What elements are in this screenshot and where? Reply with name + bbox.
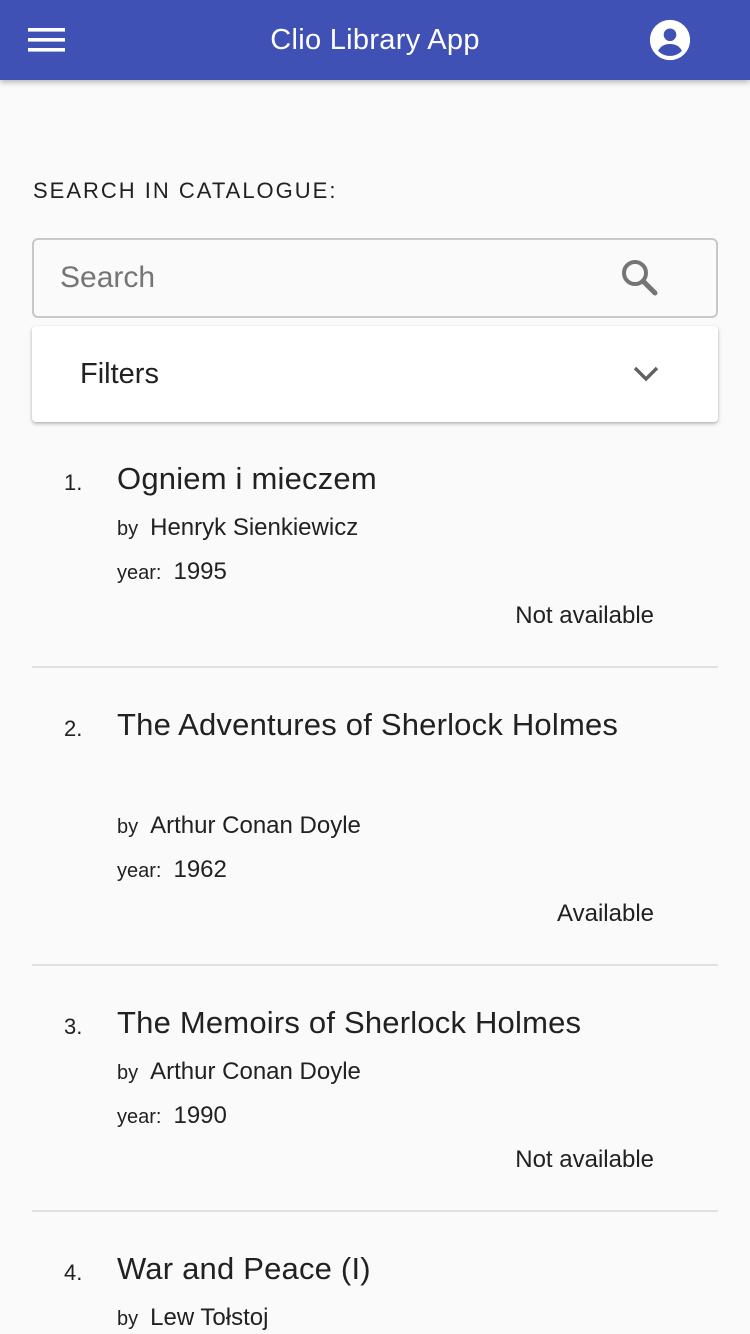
- availability-status: Not available: [515, 1146, 654, 1173]
- filters-label: Filters: [80, 358, 159, 390]
- year-label: year:: [117, 1106, 162, 1128]
- search-button[interactable]: [618, 256, 662, 300]
- search-input[interactable]: [60, 240, 600, 316]
- author-name: Henryk Sienkiewicz: [150, 514, 359, 541]
- book-title[interactable]: War and Peace (I): [117, 1242, 677, 1295]
- search-section-label: SEARCH IN CATALOGUE:: [33, 178, 338, 203]
- year-value: 1990: [173, 1102, 227, 1129]
- availability-status: Available: [557, 900, 654, 927]
- book-author: by Arthur Conan Doyle: [117, 1058, 361, 1086]
- book-number: 3.: [64, 1014, 83, 1039]
- app-bar: Clio Library App: [0, 0, 750, 80]
- availability-status: Not available: [515, 602, 654, 629]
- author-name: Arthur Conan Doyle: [150, 1058, 361, 1085]
- filters-panel[interactable]: Filters: [32, 326, 718, 422]
- app-title: Clio Library App: [270, 24, 480, 56]
- book-title[interactable]: The Adventures of Sherlock Holmes: [117, 698, 677, 751]
- year-value: 1995: [173, 558, 227, 585]
- list-divider: [32, 964, 718, 966]
- author-name: Arthur Conan Doyle: [150, 812, 361, 839]
- search-field: [32, 238, 718, 318]
- list-divider: [32, 666, 718, 668]
- by-label: by: [117, 1062, 139, 1084]
- list-divider: [32, 1210, 718, 1212]
- by-label: by: [117, 1308, 139, 1330]
- by-label: by: [117, 518, 139, 540]
- book-title[interactable]: The Memoirs of Sherlock Holmes: [117, 996, 717, 1049]
- search-icon: [622, 260, 658, 296]
- by-label: by: [117, 816, 139, 838]
- author-name: Lew Tołstoj: [150, 1304, 269, 1331]
- book-title[interactable]: Ogniem i mieczem: [117, 452, 677, 505]
- year-label: year:: [117, 860, 162, 882]
- book-author: by Lew Tołstoj: [117, 1304, 268, 1332]
- account-circle-icon: [649, 19, 691, 61]
- book-year: year: 1990: [117, 1102, 227, 1130]
- book-author: by Henryk Sienkiewicz: [117, 514, 358, 542]
- account-button[interactable]: [646, 16, 694, 64]
- book-number: 1.: [64, 470, 83, 495]
- book-author: by Arthur Conan Doyle: [117, 812, 361, 840]
- year-value: 1962: [173, 856, 227, 883]
- book-year: year: 1995: [117, 558, 227, 586]
- year-label: year:: [117, 562, 162, 584]
- chevron-down-icon: [633, 366, 659, 382]
- book-number: 4.: [64, 1260, 83, 1285]
- book-year: year: 1962: [117, 856, 227, 884]
- book-number: 2.: [64, 716, 83, 741]
